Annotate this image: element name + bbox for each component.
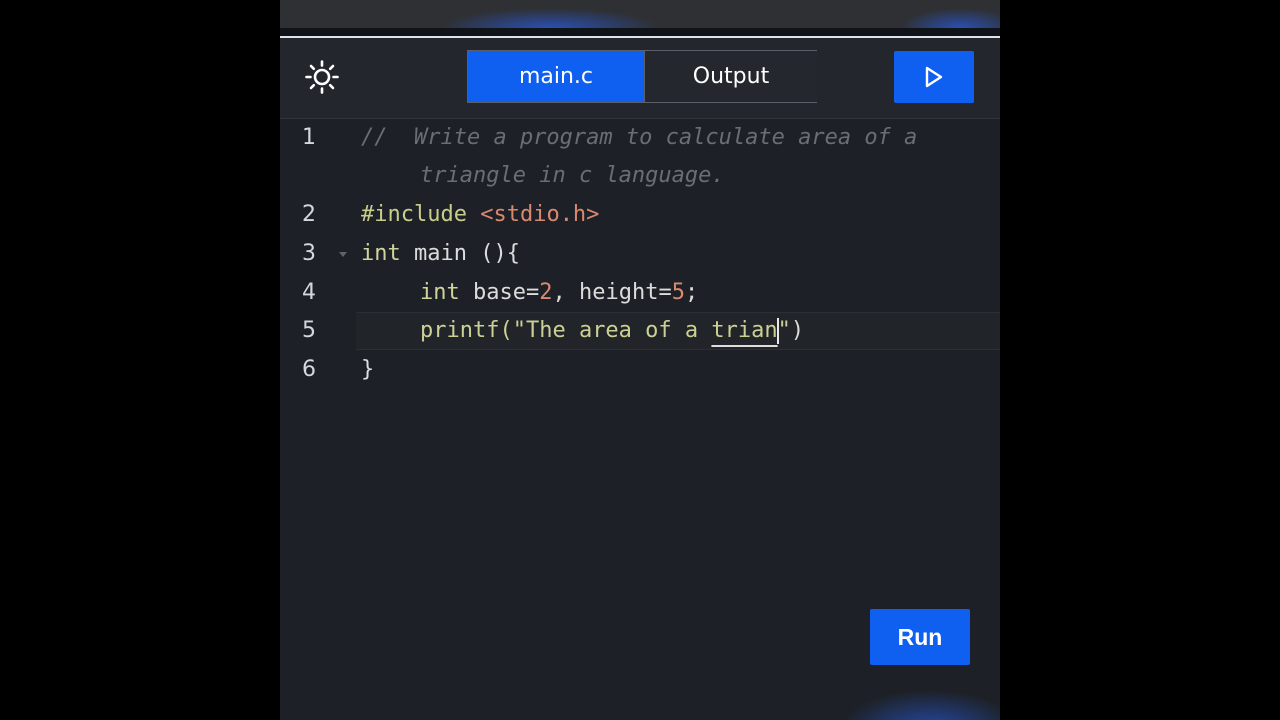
code-line-4: int base=2, height=5; (420, 280, 698, 305)
fold-arrow-icon[interactable] (338, 251, 348, 259)
code-line-3: int main (){ (361, 241, 520, 266)
status-bar (280, 0, 1000, 28)
code-line-1: // Write a program to calculate area of … (361, 125, 917, 150)
line-number: 6 (302, 357, 316, 382)
status-glow (440, 8, 660, 28)
tab-output[interactable]: Output (644, 51, 817, 102)
file-tabs: main.c Output (467, 50, 817, 103)
toolbar: main.c Output (280, 38, 1000, 119)
code-text: , height= (552, 280, 672, 305)
code-line-2: #include <stdio.h> (361, 202, 599, 227)
preprocessor: #include (361, 202, 467, 227)
code-line-1-wrap: triangle in c language. (420, 163, 725, 188)
string-literal: " (777, 318, 791, 343)
run-button[interactable]: Run (870, 609, 970, 665)
string-literal-word: trian (711, 318, 778, 343)
comment-text: // Write a program to calculate area of … (361, 125, 918, 150)
string-literal: "The area of a (512, 318, 712, 343)
code-line-5: printf("The area of a trian") (420, 318, 804, 344)
theme-toggle-button[interactable] (302, 58, 342, 96)
code-text: ; (684, 280, 699, 305)
line-number: 2 (302, 202, 316, 227)
keyword: int (361, 241, 401, 266)
tab-main-c[interactable]: main.c (468, 51, 644, 102)
code-text: ) (790, 318, 805, 343)
comment-text: triangle in c language. (420, 163, 725, 188)
code-text: base= (473, 280, 540, 305)
top-gap (280, 28, 1000, 36)
keyword: int (420, 280, 460, 305)
number-literal: 5 (671, 280, 685, 305)
code-line-6: } (361, 357, 374, 382)
line-number: 4 (302, 280, 316, 305)
play-button[interactable] (894, 51, 974, 103)
include-header: <stdio.h> (480, 202, 600, 227)
code-text: } (361, 357, 375, 382)
line-number: 3 (302, 241, 316, 266)
line-number: 5 (302, 318, 316, 343)
line-number: 1 (302, 125, 316, 150)
play-icon (925, 66, 943, 88)
function-call: printf( (420, 318, 513, 343)
code-text: main (){ (414, 241, 520, 266)
editor-app: main.c Output 1 2 3 4 5 6 // Write a pro… (280, 0, 1000, 720)
status-glow (900, 8, 1000, 28)
number-literal: 2 (539, 280, 553, 305)
bottom-glow (840, 690, 1000, 720)
sun-icon (305, 60, 339, 94)
